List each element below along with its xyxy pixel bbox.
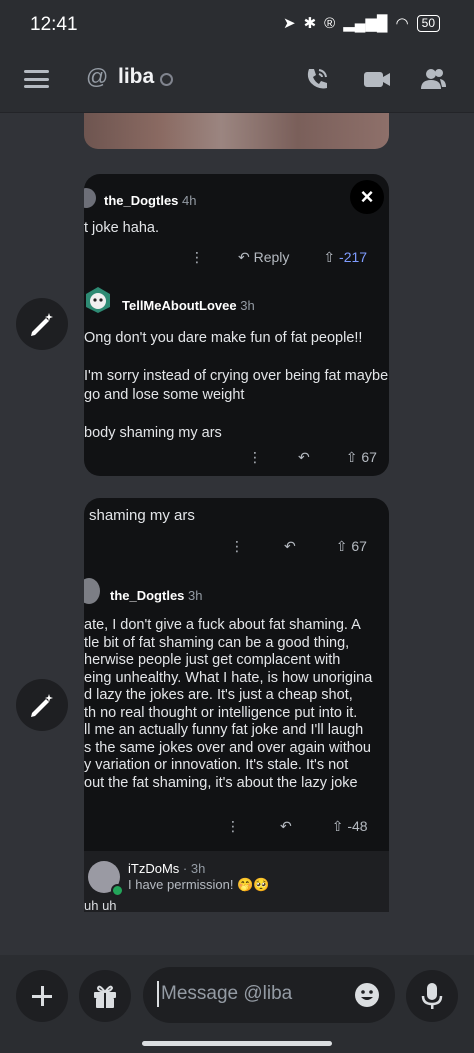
- reply-arrow-icon: ↶: [298, 449, 310, 465]
- status-time: 12:41: [30, 14, 78, 35]
- avatar: [84, 188, 96, 208]
- kebab-icon: ⋮: [190, 249, 204, 265]
- reply-author: iTzDoMs · 3h: [128, 861, 206, 876]
- kebab-icon: ⋮: [226, 818, 240, 834]
- comment-text: ate, I don't give a fuck about fat shami…: [84, 617, 373, 791]
- plus-icon: [32, 986, 52, 1006]
- reply-arrow-icon: ↶: [284, 538, 296, 554]
- upvote-icon: ⇧: [345, 449, 358, 465]
- edit-sparkle-icon: [31, 694, 53, 717]
- avatar: [86, 287, 110, 313]
- bluetooth-icon: ✱: [303, 15, 317, 32]
- mic-icon: [421, 983, 443, 1009]
- members-icon[interactable]: [418, 64, 448, 94]
- comment-author: the_Dogtles 4h: [104, 193, 197, 208]
- comment-author: the_Dogtles 3h: [110, 588, 203, 603]
- comment-author: TellMeAboutLovee 3h: [122, 298, 255, 313]
- avatar: [84, 578, 100, 604]
- home-indicator: [142, 1041, 332, 1046]
- message-placeholder: Message @liba: [161, 983, 293, 1004]
- online-status-icon: [111, 884, 124, 897]
- comment-actions: ⋮ ↶ ⇧ -48: [226, 818, 368, 835]
- comment-actions: ⋮ ↶ ⇧ 67: [230, 538, 367, 555]
- add-attachment-button[interactable]: [16, 970, 68, 1022]
- kebab-icon: ⋮: [230, 538, 244, 554]
- vote-count: ⇧ -48: [331, 818, 368, 834]
- dm-recipient-name[interactable]: liba: [118, 65, 154, 89]
- voice-message-button[interactable]: [406, 970, 458, 1022]
- comment-actions: ⋮ ↶ Reply ⇧ -217: [190, 249, 367, 266]
- comment-text: Ong don't you dare make fun of fat peopl…: [84, 330, 389, 441]
- wifi-icon: ◠: [395, 15, 409, 32]
- reply-text: I have permission! 🤭🥺: [128, 877, 270, 892]
- edit-sparkle-button[interactable]: [16, 679, 68, 731]
- upvote-icon: ⇧: [331, 818, 344, 834]
- reply-arrow-icon: ↶: [238, 249, 250, 265]
- signal-icon: ▂▄▆█: [343, 15, 388, 32]
- call-icon[interactable]: [302, 64, 332, 94]
- screenshot-card-1[interactable]: the_Dogtles 4h t joke haha. ⋮ ↶ Reply ⇧ …: [84, 174, 389, 476]
- status-icons: ➤ ✱ ® ▂▄▆█ ◠ 50: [283, 14, 440, 32]
- video-icon[interactable]: [362, 64, 392, 94]
- comment-text: t joke haha.: [84, 220, 159, 236]
- close-icon[interactable]: ×: [350, 180, 384, 214]
- location-icon: ➤: [283, 15, 296, 32]
- status-bar: 12:41 ➤ ✱ ® ▂▄▆█ ◠ 50: [0, 0, 474, 50]
- message-list[interactable]: the_Dogtles 4h t joke haha. ⋮ ↶ Reply ⇧ …: [0, 113, 474, 955]
- upvote-icon: ⇧: [335, 538, 348, 554]
- hamburger-icon[interactable]: [24, 70, 49, 88]
- vote-count: ⇧ -217: [323, 249, 368, 265]
- emoji-icon[interactable]: [353, 981, 381, 1009]
- message-composer: Message @liba: [0, 955, 474, 1053]
- gift-icon: [94, 985, 116, 1008]
- gift-button[interactable]: [79, 970, 131, 1022]
- vote-count: ⇧ 67: [335, 538, 367, 554]
- at-symbol: @: [86, 64, 109, 89]
- reply-action: ↶ Reply: [238, 249, 290, 265]
- reply-sub-text: uh uh: [84, 898, 117, 913]
- reply-arrow-icon: ↶: [280, 818, 292, 834]
- quote-text: shaming my ars: [89, 507, 195, 524]
- registered-icon: ®: [324, 14, 336, 32]
- text-caret: [157, 981, 159, 1007]
- edit-sparkle-icon: [31, 313, 53, 336]
- upvote-icon: ⇧: [323, 249, 336, 265]
- comment-actions: ⋮ ↶ ⇧ 67: [248, 449, 377, 466]
- message-reply[interactable]: iTzDoMs · 3h I have permission! 🤭🥺 uh uh: [84, 851, 389, 913]
- screenshot-card-2[interactable]: shaming my ars ⋮ ↶ ⇧ 67 the_Dogtles 3h a…: [84, 498, 389, 912]
- dm-header: @ liba: [0, 50, 474, 113]
- edit-sparkle-button[interactable]: [16, 298, 68, 350]
- message-input[interactable]: Message @liba: [143, 967, 395, 1023]
- image-attachment[interactable]: [84, 113, 389, 149]
- vote-count: ⇧ 67: [345, 449, 377, 465]
- presence-offline-icon: [160, 73, 173, 86]
- kebab-icon: ⋮: [248, 449, 262, 465]
- battery-icon: 50: [416, 14, 440, 32]
